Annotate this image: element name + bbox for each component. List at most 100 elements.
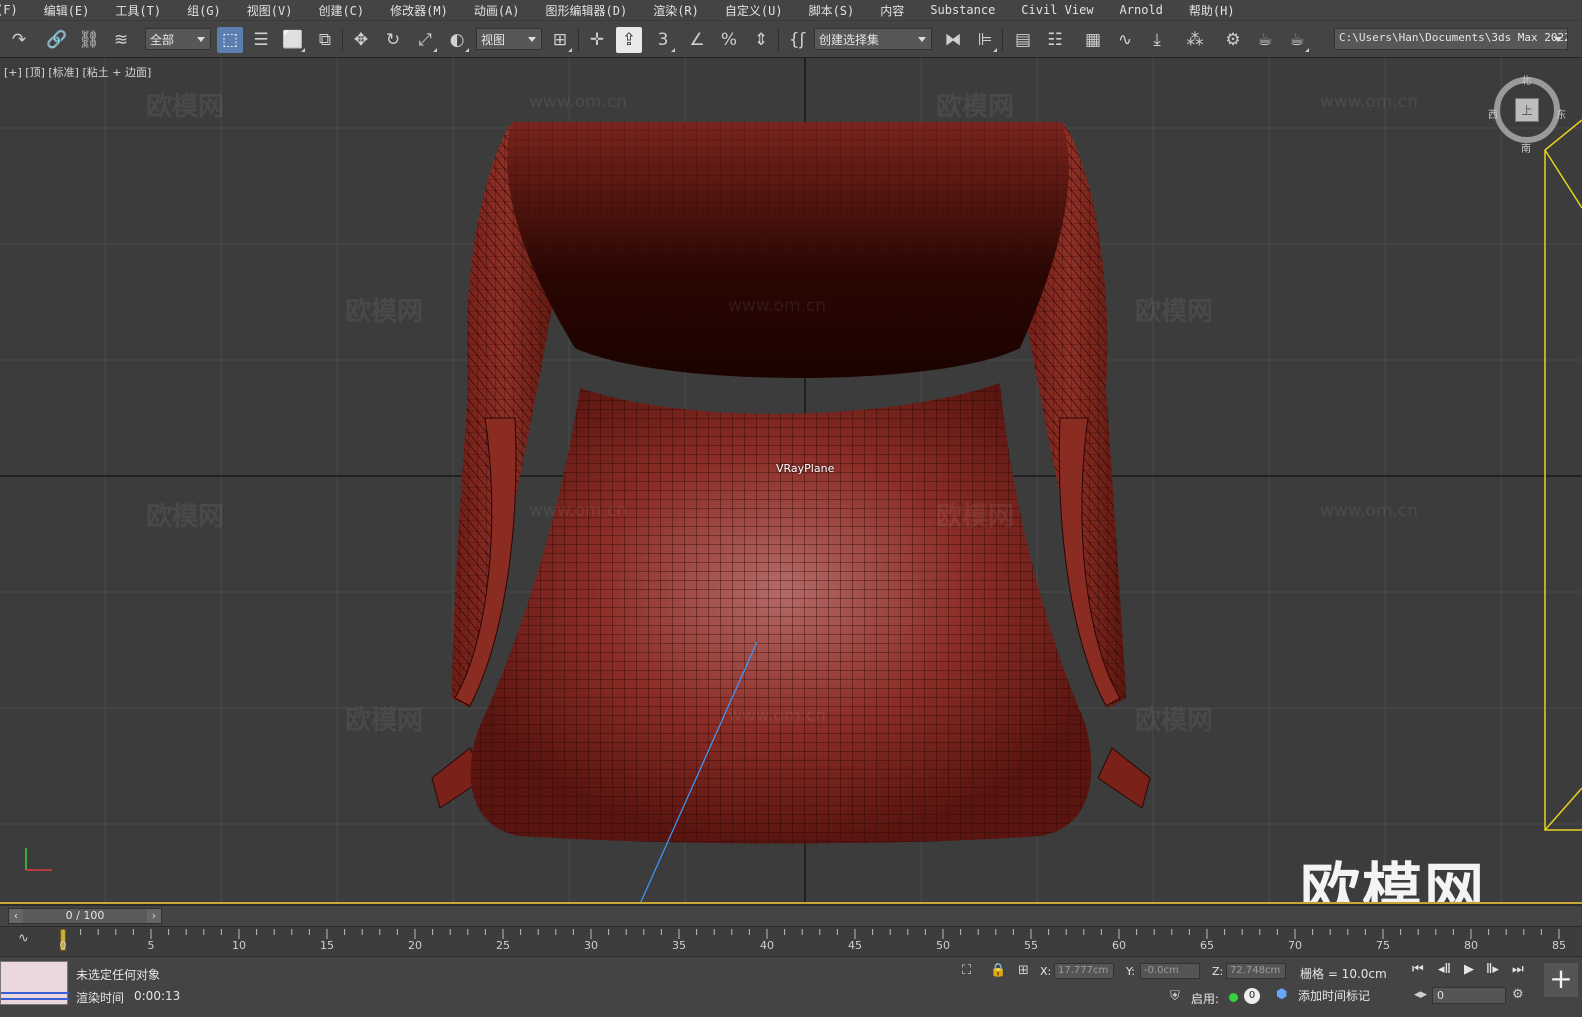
track-tick-label: 55 [1024,939,1038,952]
percent-snap-icon[interactable]: % [716,27,742,53]
viewcube-east: 东 [1556,110,1566,121]
menu-arnold[interactable]: Arnold [1107,3,1176,17]
next-frame-icon[interactable]: Ⅱ▸ [1486,962,1499,977]
chevron-down-icon [918,37,926,42]
shield-icon[interactable]: ⛨ [1170,989,1180,1004]
curve-editor-icon[interactable]: ∿ [1112,27,1138,53]
current-frame-field[interactable]: 0 [1432,987,1506,1004]
select-by-name-icon[interactable]: ☰ [248,27,274,53]
edit-named-selection-icon[interactable]: {ʃ [784,27,810,53]
menu-views[interactable]: 视图(V) [234,2,306,19]
track-tick-label: 20 [408,939,422,952]
time-config-icon[interactable]: ⚙ [1512,987,1524,1002]
unlink-icon[interactable]: ⛓ [76,27,102,53]
spinner-snap-icon[interactable]: ⇕ [748,27,774,53]
viewcube-south: 南 [1521,144,1531,155]
x-coord-field[interactable]: 17.777cm [1054,963,1114,979]
link-icon[interactable]: 🔗 [44,27,70,53]
y-coord-field[interactable]: -0.0cm [1140,963,1200,979]
select-rotate-icon[interactable]: ↻ [380,27,406,53]
previous-frame-icon[interactable]: ◂Ⅱ [1438,962,1451,977]
menu-scripting[interactable]: 脚本(S) [796,2,868,19]
material-editor-icon[interactable]: ⁂ [1182,27,1208,53]
watermark-text: 欧模网 [146,92,225,122]
schematic-view-icon[interactable]: ⤓ [1144,27,1170,53]
menu-graph-editors[interactable]: 图形编辑器(D) [533,2,641,19]
select-object-icon[interactable]: ⬚ [217,27,243,53]
go-to-start-icon[interactable]: ⏮ [1412,962,1424,977]
isolate-selection-icon[interactable]: ⛶ [962,963,971,978]
chair-model [431,122,1151,844]
select-place-icon[interactable]: ◐ [444,27,470,53]
z-label: Z: [1212,965,1224,978]
watermark-text: 欧模网 [1135,706,1214,736]
watermark-url: www.om.cn [1320,501,1419,521]
watermark-url: www.om.cn [529,501,628,521]
selection-status: 未选定任何对象 [76,968,161,982]
select-scale-icon[interactable]: ⤢ [412,27,438,53]
rendered-frame-window-icon[interactable]: ☕ [1252,27,1278,53]
keyboard-shortcut-override-icon[interactable]: ⇪ [616,27,642,53]
rect-selection-icon[interactable]: ⬜ [280,27,306,53]
menu-group[interactable]: 组(G) [174,2,234,19]
menu-content[interactable]: 内容 [867,2,917,19]
track-tick-label: 50 [936,939,950,952]
track-ticks [63,929,1560,939]
mirror-icon[interactable]: ⧓ [940,27,966,53]
add-button[interactable]: + [1544,963,1578,997]
bind-space-warp-icon[interactable]: ≋ [108,27,134,53]
menu-customize[interactable]: 自定义(U) [712,2,796,19]
window-crossing-icon[interactable]: ⧉ [312,27,338,53]
menu-animation[interactable]: 动画(A) [461,2,533,19]
menu-civil-view[interactable]: Civil View [1008,3,1106,17]
render-thumbnail[interactable] [0,961,69,1005]
track-tick-label: 65 [1200,939,1214,952]
menu-rendering[interactable]: 渲染(R) [640,2,712,19]
named-selection-dropdown[interactable]: 创建选择集 [814,28,932,50]
project-path-dropdown[interactable]: C:\Users\Han\Documents\3ds Max 2022 [1334,28,1568,50]
curve-editor-mini-icon[interactable]: ∿ [18,931,29,946]
layer-explorer-icon[interactable]: ☷ [1042,27,1068,53]
menu-tools[interactable]: 工具(T) [102,2,174,19]
camera-frustum [1544,119,1582,831]
watermark-text: 欧模网 [146,502,225,532]
selection-filter-dropdown[interactable]: 全部 [145,28,211,50]
angle-snap-icon[interactable]: ∠ [684,27,710,53]
go-to-end-icon[interactable]: ⏭ [1512,962,1524,977]
align-icon[interactable]: ⊫ [972,27,998,53]
select-manipulate-icon[interactable]: ✛ [584,27,610,53]
play-icon[interactable]: ▶ [1464,962,1474,977]
menu-edit[interactable]: 编辑(E) [31,2,103,19]
viewcube-face-top[interactable]: 上 [1515,98,1539,122]
pivot-center-icon[interactable]: ⊞ [547,27,573,53]
key-mode-icon[interactable]: ◂▸ [1414,987,1427,1002]
time-slider[interactable]: ‹ 0 / 100 › [8,908,162,924]
menu-substance[interactable]: Substance [917,3,1008,17]
menu-modifiers[interactable]: 修改器(M) [377,2,461,19]
chevron-left-icon[interactable]: ‹ [9,909,23,923]
object-label[interactable]: VRayPlane [776,462,834,475]
cube-icon[interactable]: ⬢ [1276,987,1287,1002]
top-viewport[interactable]: [+] [顶] [标准] [粘土 + 边面] 欧模网 www.om.cn 欧模网… [0,58,1582,904]
ribbon-toggle-icon[interactable]: ▦ [1080,27,1106,53]
select-move-icon[interactable]: ✥ [348,27,374,53]
chevron-right-icon[interactable]: › [147,909,161,923]
track-tick-label: 0 [59,939,67,952]
lock-selection-icon[interactable]: 🔒 [990,963,1006,978]
snaps-toggle-icon[interactable]: 3 [650,27,676,53]
watermark-url: www.om.cn [728,706,827,726]
render-setup-icon[interactable]: ⚙ [1220,27,1246,53]
scene-explorer-icon[interactable]: ▤ [1010,27,1036,53]
menu-create[interactable]: 创建(C) [305,2,377,19]
menu-file[interactable]: (F) [0,3,31,17]
ref-coord-dropdown[interactable]: 视图 [476,28,542,50]
menu-help[interactable]: 帮助(H) [1176,2,1248,19]
viewport-label[interactable]: [+] [顶] [标准] [粘土 + 边面] [4,64,151,80]
track-bar[interactable]: ∿ 0 5 10 15 20 25 30 35 40 45 50 55 60 65 70 75 80 85 [0,926,1582,956]
absolute-mode-icon[interactable]: ⊞ [1018,963,1029,978]
z-coord-field[interactable]: 72.748cm [1226,963,1286,979]
render-production-icon[interactable]: ☕ [1284,27,1310,53]
track-tick-label: 10 [232,939,246,952]
track-tick-label: 80 [1464,939,1478,952]
redo-icon[interactable]: ↷ [6,27,32,53]
